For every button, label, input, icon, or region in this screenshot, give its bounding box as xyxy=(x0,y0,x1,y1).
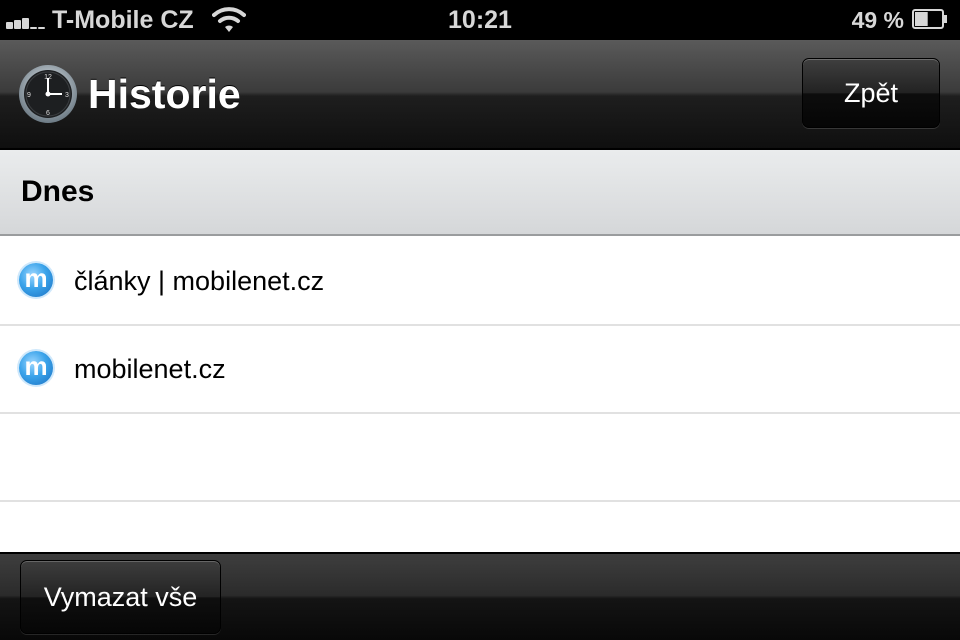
clock-icon: 12 3 6 9 xyxy=(19,65,77,123)
history-item-title: mobilenet.cz xyxy=(74,354,226,384)
status-bar: T-Mobile CZ 10:21 49 % xyxy=(0,0,960,40)
section-header: Dnes xyxy=(0,150,960,236)
empty-row xyxy=(0,414,960,502)
svg-text:3: 3 xyxy=(65,92,69,99)
favicon-letter: m xyxy=(24,263,48,293)
bottom-toolbar: Vymazat vše xyxy=(0,552,960,640)
svg-text:9: 9 xyxy=(27,92,31,99)
history-item-title: články | mobilenet.cz xyxy=(74,266,325,296)
history-item[interactable]: m články | mobilenet.cz xyxy=(0,238,960,326)
mobilenet-favicon-icon: m xyxy=(19,263,53,297)
favicon-letter: m xyxy=(24,351,48,381)
section-title: Dnes xyxy=(21,175,95,208)
battery-percent: 49 % xyxy=(851,7,904,33)
empty-row xyxy=(0,502,960,552)
status-time: 10:21 xyxy=(448,6,512,34)
history-item[interactable]: m mobilenet.cz xyxy=(0,326,960,414)
mobilenet-favicon-icon: m xyxy=(19,351,53,385)
navigation-bar: 12 3 6 9 Historie Zpět xyxy=(0,40,960,150)
page-title: Historie xyxy=(88,71,241,117)
back-button[interactable]: Zpět xyxy=(802,58,940,128)
clear-all-button[interactable]: Vymazat vše xyxy=(20,560,221,634)
svg-text:6: 6 xyxy=(46,110,50,117)
battery-icon xyxy=(912,9,947,29)
